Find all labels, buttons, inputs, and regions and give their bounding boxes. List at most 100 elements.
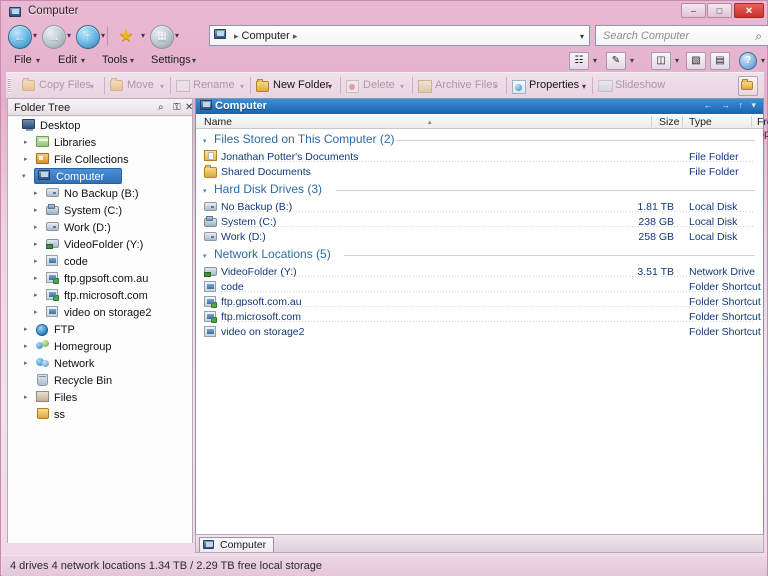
pane-layout-caret[interactable]: ▾ [675,56,679,65]
tab-computer[interactable]: Computer [199,537,275,552]
tree-item-files[interactable]: ▸ Files [8,389,192,406]
breadcrumb-item-computer[interactable]: Computer [242,30,290,42]
expander-icon[interactable]: ▸ [24,156,33,163]
forward-button[interactable]: → [42,25,66,49]
expander-icon[interactable]: ▾ [22,173,31,180]
table-row[interactable]: code Folder Shortcut [196,279,763,294]
collapse-triangle-icon[interactable]: ▾ [203,252,207,260]
column-header-name[interactable]: Name [204,116,232,128]
help-button[interactable]: ? [739,52,757,70]
column-divider[interactable] [651,116,652,127]
collapse-triangle-icon[interactable]: ▾ [203,187,207,195]
expander-icon[interactable]: ▸ [24,139,33,146]
preview-pane-button[interactable]: ▧ [686,52,706,70]
archive-files-button[interactable]: Archive Files ▾ [416,76,506,95]
expander-icon[interactable]: ▸ [34,224,43,231]
up-history-caret[interactable]: ▾ [99,32,107,40]
tree-item-work-d[interactable]: ▸ Work (D:) [8,219,192,236]
table-row[interactable]: VideoFolder (Y:) 3.51 TB Network Drive 8… [196,264,763,279]
collapse-triangle-icon[interactable]: ▾ [203,137,207,145]
column-divider[interactable] [682,116,683,127]
file-list-title-buttons[interactable]: ← → ↑ ▾ [703,100,759,111]
group-header-hard-disk-drives[interactable]: ▾ Hard Disk Drives (3) [196,181,763,199]
view-button[interactable]: ▦ [150,25,174,49]
tree-item-ftp-microsoft[interactable]: ▸ ftp.microsoft.com [8,287,192,304]
table-row[interactable]: video on storage2 Folder Shortcut [196,324,763,339]
details-pane-button[interactable]: ▤ [710,52,730,70]
archive-files-caret[interactable]: ▾ [494,82,498,91]
folder-tree-list[interactable]: Desktop ▸ Libraries ▸ File Collections ▾… [8,117,192,543]
rename-button[interactable]: Rename ▾ [174,76,250,95]
back-history-caret[interactable]: ▾ [31,32,39,40]
close-button[interactable]: ✕ [734,3,764,18]
group-header-files-stored[interactable]: ▾ Files Stored on This Computer (2) [196,131,763,149]
favorites-button[interactable]: ★ [116,25,138,47]
address-bar[interactable]: ▸ Computer ▸ ▾ [209,25,590,46]
file-list-body[interactable]: ▾ Files Stored on This Computer (2) Jona… [196,129,763,525]
tree-item-network[interactable]: ▸ Network [8,355,192,372]
tree-item-code[interactable]: ▸ code [8,253,192,270]
tree-item-ss[interactable]: ss [8,406,192,423]
minimize-button[interactable]: – [681,3,706,18]
column-header-size[interactable]: Size [659,116,679,128]
edit-view-button[interactable]: ✎ [606,52,626,70]
tree-item-recycle-bin[interactable]: Recycle Bin [8,372,192,389]
tree-item-homegroup[interactable]: ▸ Homegroup [8,338,192,355]
maximize-button[interactable]: □ [707,3,732,18]
menu-tools[interactable]: Tools [102,54,128,66]
copy-files-caret[interactable]: ▾ [90,82,94,91]
tree-unlock-icon[interactable]: ⚿ [173,102,181,113]
menu-edit[interactable]: Edit [58,54,77,66]
expander-icon[interactable]: ▸ [34,241,43,248]
expander-icon[interactable]: ▸ [34,292,43,299]
slideshow-button[interactable]: Slideshow [596,76,676,95]
expander-icon[interactable]: ▸ [34,275,43,282]
tree-item-desktop[interactable]: Desktop [8,117,192,134]
table-row[interactable]: Jonathan Potter's Documents File Folder [196,149,763,164]
breadcrumb-separator-end[interactable]: ▸ [290,31,301,41]
expander-icon[interactable]: ▸ [34,309,43,316]
move-button[interactable]: Move ▾ [108,76,170,95]
move-caret[interactable]: ▾ [160,82,164,91]
favorites-caret[interactable]: ▾ [139,32,147,40]
expander-icon[interactable]: ▸ [34,207,43,214]
back-button[interactable]: ← [8,25,32,49]
tree-item-no-backup-b[interactable]: ▸ No Backup (B:) [8,185,192,202]
properties-button[interactable]: Properties ▾ [510,76,592,95]
search-icon[interactable]: ⌕ [755,29,762,44]
pane-layout-button[interactable]: ◫ [651,52,671,70]
group-header-network-locations[interactable]: ▾ Network Locations (5) [196,246,763,264]
delete-button[interactable]: Delete ▾ [344,76,412,95]
tree-item-file-collections[interactable]: ▸ File Collections [8,151,192,168]
view-caret[interactable]: ▾ [173,32,181,40]
toolbar-overflow-icon[interactable] [738,76,758,96]
edit-view-caret[interactable]: ▾ [630,56,634,65]
details-view-caret[interactable]: ▾ [593,56,597,65]
table-row[interactable]: System (C:) 238 GB Local Disk 110 GB NTF… [196,214,763,229]
column-divider[interactable] [751,116,752,127]
table-row[interactable]: ftp.gpsoft.com.au Folder Shortcut [196,294,763,309]
menu-edit-caret[interactable]: ▾ [81,56,85,65]
expander-icon[interactable]: ▸ [34,258,43,265]
chevron-down-icon[interactable]: ▾ [580,32,584,41]
menu-file-caret[interactable]: ▾ [36,56,40,65]
expander-icon[interactable]: ▸ [34,190,43,197]
table-row[interactable]: ftp.microsoft.com Folder Shortcut [196,309,763,324]
rename-caret[interactable]: ▾ [240,82,244,91]
properties-caret[interactable]: ▾ [582,82,586,91]
table-row[interactable]: No Backup (B:) 1.81 TB Local Disk 1.03 T… [196,199,763,214]
table-row[interactable]: Work (D:) 258 GB Local Disk 201 GB NTFS [196,229,763,244]
menu-settings-caret[interactable]: ▾ [192,56,196,65]
help-caret[interactable]: ▾ [761,56,765,65]
menu-file[interactable]: File [14,54,32,66]
new-folder-caret[interactable]: ▾ [328,82,332,91]
up-button[interactable]: ↑ [76,25,100,49]
new-folder-button[interactable]: New Folder ▾ [254,76,340,95]
search-input[interactable]: Search Computer ⌕ [595,25,768,46]
tree-close-icon[interactable]: ✕ [185,102,193,113]
tree-item-libraries[interactable]: ▸ Libraries [8,134,192,151]
column-header-type[interactable]: Type [689,116,712,128]
menu-settings[interactable]: Settings [151,54,191,66]
details-view-button[interactable]: ☷ [569,52,589,70]
expander-icon[interactable]: ▸ [24,394,33,401]
